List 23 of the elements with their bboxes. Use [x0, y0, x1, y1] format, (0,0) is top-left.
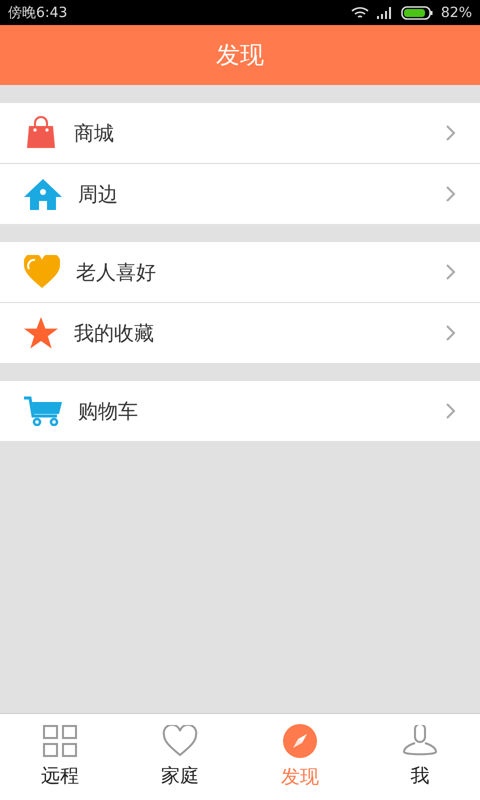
person-icon — [403, 725, 437, 757]
status-time: 傍晚6:43 — [8, 4, 68, 22]
chevron-right-icon — [446, 325, 456, 341]
battery-icon — [400, 6, 433, 20]
chevron-right-icon — [446, 264, 456, 280]
tab-item[interactable]: 远程 — [0, 714, 120, 800]
grid-icon — [43, 725, 77, 757]
chevron-right-icon — [446, 186, 456, 202]
star-icon — [24, 317, 58, 349]
chevron-right-icon — [446, 403, 456, 419]
heart-icon — [24, 255, 60, 289]
tab-item[interactable]: 家庭 — [120, 714, 240, 800]
shopping-bag-icon — [24, 116, 58, 150]
shopping-cart-icon — [24, 396, 62, 426]
signal-icon — [376, 6, 393, 18]
chevron-right-icon — [446, 125, 456, 141]
heart-icon — [162, 725, 198, 757]
tab-item[interactable]: 我 — [360, 714, 480, 800]
wifi-icon — [350, 6, 369, 20]
battery-percent: 82% — [440, 4, 472, 20]
house-icon — [24, 178, 62, 210]
compass-icon — [283, 724, 317, 758]
page-title: 发现 — [216, 40, 264, 71]
